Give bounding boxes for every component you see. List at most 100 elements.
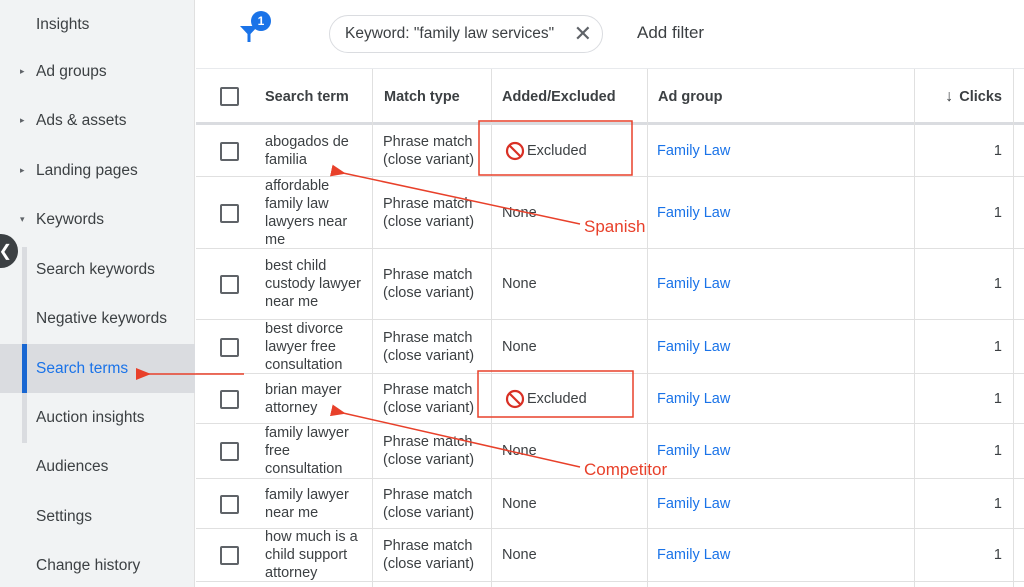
status-text: None <box>502 443 537 459</box>
sidebar-item-negative-keywords[interactable]: Negative keywords <box>0 294 195 343</box>
table-row[interactable]: how much is a child support attorney Phra… <box>196 529 1024 582</box>
search-term-cell: how much is a child support attorney <box>265 529 358 581</box>
row-checkbox[interactable] <box>220 203 239 223</box>
sidebar-item-search-terms[interactable]: Search terms <box>0 344 195 393</box>
added-excluded-cell: None <box>502 177 652 248</box>
sidebar-item-keywords[interactable]: ▾ Keywords <box>0 195 195 244</box>
match-type-cell: Phrase match (close variant) <box>383 381 475 416</box>
column-divider <box>372 69 373 587</box>
search-term-cell: abogados de familia <box>265 133 349 168</box>
column-header-added-excluded[interactable]: Added/Excluded <box>502 69 616 125</box>
sidebar-item-label: Auction insights <box>36 408 145 426</box>
ad-group-link[interactable]: Family Law <box>657 249 730 319</box>
clicks-cell: 1 <box>993 547 1002 563</box>
sidebar-item-audiences[interactable]: Audiences <box>0 442 195 491</box>
column-header-match-type[interactable]: Match type <box>384 69 460 125</box>
ad-group-link[interactable]: Family Law <box>657 424 730 478</box>
ad-group-link[interactable]: Family Law <box>657 529 730 581</box>
column-header-ad-group[interactable]: Ad group <box>658 69 722 125</box>
sidebar-item-ad-groups[interactable]: ▸ Ad groups <box>0 47 195 96</box>
status-text: None <box>502 338 537 355</box>
sidebar-item-label: Keywords <box>36 210 105 228</box>
clicks-cell: 1 <box>993 495 1002 512</box>
sidebar-item-insights[interactable]: Insights <box>0 0 195 49</box>
row-checkbox[interactable] <box>220 337 239 357</box>
column-header-clicks[interactable]: ↓ Clicks <box>914 69 1002 125</box>
match-type-cell: Phrase match (close variant) <box>383 434 475 468</box>
match-type-cell: Phrase match (close variant) <box>383 486 475 521</box>
filter-bar: 1 Keyword: "family law services" ✕ Add f… <box>196 0 1024 69</box>
search-term-cell: family lawyer free consultation <box>265 425 349 477</box>
clicks-cell: 1 <box>993 276 1002 292</box>
sidebar-item-auction-insights[interactable]: Auction insights <box>0 393 195 442</box>
sort-arrow-down-icon: ↓ <box>945 88 954 105</box>
table-header: Search term Match type Added/Excluded Ad… <box>196 69 1024 125</box>
filter-chip-keyword[interactable]: Keyword: "family law services" ✕ <box>329 15 603 53</box>
match-type-cell: Phrase match (close variant) <box>383 195 475 230</box>
status-text: Excluded <box>527 142 587 159</box>
column-divider <box>1013 69 1014 587</box>
search-term-cell: brian mayer attorney <box>265 381 342 416</box>
sidebar-item-settings[interactable]: Settings <box>0 492 195 541</box>
search-term-cell: family lawyer near me <box>265 486 349 521</box>
filter-chip-label: Keyword: "family law services" <box>345 25 555 42</box>
added-excluded-cell: None <box>502 479 652 528</box>
sidebar-item-change-history[interactable]: Change history <box>0 541 195 587</box>
caret-right-icon: ▸ <box>20 165 25 175</box>
clicks-cell: 1 <box>993 204 1002 221</box>
sidebar-item-label: Ad groups <box>36 62 107 80</box>
filter-count-badge: 1 <box>251 11 271 31</box>
sidebar-item-label: Insights <box>36 15 90 33</box>
row-checkbox[interactable] <box>220 275 239 294</box>
search-term-cell: affordable family law lawyers near me <box>265 177 348 248</box>
search-term-cell: best child custody lawyer near me <box>265 258 361 310</box>
annotation-label-spanish: Spanish <box>584 217 646 236</box>
match-type-cell: Phrase match (close variant) <box>383 329 475 364</box>
row-checkbox[interactable] <box>220 141 239 161</box>
ad-group-link[interactable]: Family Law <box>657 320 730 373</box>
sidebar-item-label: Change history <box>36 556 141 574</box>
added-excluded-cell: None <box>502 529 652 581</box>
table-row[interactable]: best divorce lawyer free consultation Phr… <box>196 320 1024 374</box>
row-checkbox[interactable] <box>220 546 239 565</box>
ad-group-link[interactable]: Family Law <box>657 479 730 528</box>
close-icon[interactable]: ✕ <box>574 23 592 45</box>
sidebar-item-label: Settings <box>36 507 93 525</box>
sidebar: Insights ▸ Ad groups ▸ Ads & assets ▸ La… <box>0 0 195 587</box>
table-row[interactable]: family lawyer near me Phrase match (close… <box>196 479 1024 529</box>
select-all-checkbox[interactable] <box>220 87 239 106</box>
add-filter-button[interactable]: Add filter <box>637 23 704 43</box>
sidebar-item-landing-pages[interactable]: ▸ Landing pages <box>0 146 195 195</box>
added-excluded-cell: None <box>502 249 652 319</box>
added-excluded-cell: Excluded <box>505 374 655 423</box>
row-checkbox[interactable] <box>220 389 239 409</box>
table-row[interactable]: abogados de familia Phrase match (close v… <box>196 125 1024 177</box>
ad-group-link[interactable]: Family Law <box>657 125 730 176</box>
ad-group-link[interactable]: Family Law <box>657 177 730 248</box>
sidebar-item-ads-assets[interactable]: ▸ Ads & assets <box>0 96 195 145</box>
clicks-cell: 1 <box>993 443 1002 459</box>
row-checkbox[interactable] <box>220 494 239 514</box>
column-header-label: Clicks <box>959 89 1002 105</box>
table-row[interactable]: affordable family law lawyers near me Phr… <box>196 177 1024 249</box>
annotation-label-competitor: Competitor <box>584 460 668 479</box>
added-excluded-cell: None <box>502 320 652 373</box>
status-text: Excluded <box>527 390 587 407</box>
row-checkbox[interactable] <box>220 442 239 461</box>
ad-group-link[interactable]: Family Law <box>657 374 730 423</box>
caret-right-icon: ▸ <box>20 66 25 76</box>
added-excluded-cell: Excluded <box>505 125 655 176</box>
search-term-cell: best divorce lawyer free consultation <box>265 320 344 373</box>
clicks-cell: 1 <box>993 390 1002 407</box>
sidebar-item-label: Negative keywords <box>36 309 167 327</box>
column-header-search-term[interactable]: Search term <box>265 69 349 125</box>
sidebar-item-label: Search terms <box>36 359 129 377</box>
blocked-icon <box>505 141 525 160</box>
sidebar-item-label: Landing pages <box>36 161 138 179</box>
sidebar-item-search-keywords[interactable]: Search keywords <box>0 245 195 294</box>
status-text: None <box>502 547 537 563</box>
match-type-cell: Phrase match (close variant) <box>383 133 475 168</box>
table-row[interactable]: best child custody lawyer near me Phrase … <box>196 249 1024 320</box>
table-row[interactable]: brian mayer attorney Phrase match (close … <box>196 374 1024 424</box>
column-divider <box>914 69 915 587</box>
